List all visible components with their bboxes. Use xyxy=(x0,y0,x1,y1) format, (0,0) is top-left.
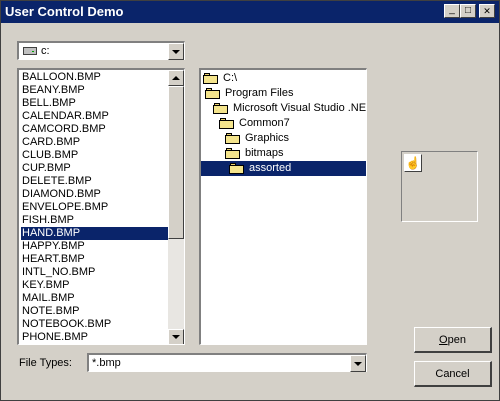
folder-icon xyxy=(213,103,228,114)
drive-dropdown-button[interactable] xyxy=(168,43,184,60)
minimize-icon: _ xyxy=(449,3,455,15)
chevron-down-icon xyxy=(354,361,362,366)
file-list-item[interactable]: CUP.BMP xyxy=(21,162,169,175)
hand-icon: ☝ xyxy=(404,154,422,172)
file-list-item[interactable]: DIAMOND.BMP xyxy=(21,188,169,201)
directory-item-label: Program Files xyxy=(225,87,294,99)
folder-icon xyxy=(229,163,244,174)
folder-icon xyxy=(219,118,234,129)
file-list-item[interactable]: BALLOON.BMP xyxy=(21,71,169,84)
directory-item[interactable]: assorted xyxy=(201,161,366,176)
directory-item-label: Graphics xyxy=(245,132,290,144)
scroll-up-button[interactable] xyxy=(168,70,184,86)
file-list-item[interactable]: HEART.BMP xyxy=(21,253,169,266)
dialog-window: User Control Demo _ □ ✕ c: BALLOON.BMP BE… xyxy=(0,0,500,401)
folder-icon xyxy=(225,133,240,144)
file-list-item[interactable]: ENVELOPE.BMP xyxy=(21,201,169,214)
directory-list[interactable]: C:\ Program Files Microsoft Visual Studio … xyxy=(199,68,367,345)
file-types-dropdown-button[interactable] xyxy=(350,355,366,372)
file-list-scrollbar[interactable] xyxy=(168,70,184,344)
arrow-down-icon xyxy=(172,335,180,339)
minimize-button[interactable]: _ xyxy=(444,4,460,18)
file-list-item[interactable]: MAIL.BMP xyxy=(21,292,169,305)
folder-icon xyxy=(225,148,240,159)
drive-selector[interactable]: c: xyxy=(17,41,185,60)
chevron-down-icon xyxy=(172,49,180,54)
maximize-button[interactable]: □ xyxy=(460,4,476,18)
file-list-item[interactable]: CLUB.BMP xyxy=(21,149,169,162)
file-types-label: File Types: xyxy=(19,357,72,369)
file-types-value: *.bmp xyxy=(92,357,121,369)
title-bar[interactable]: User Control Demo _ □ ✕ xyxy=(1,1,499,23)
file-list-item[interactable]: CALENDAR.BMP xyxy=(21,110,169,123)
file-types-combo[interactable]: *.bmp xyxy=(87,353,367,372)
arrow-up-icon xyxy=(172,76,180,80)
directory-item-label: bitmaps xyxy=(245,147,284,159)
file-list-item[interactable]: FISH.BMP xyxy=(21,214,169,227)
image-preview: ☝ xyxy=(401,151,478,222)
directory-item-label: Microsoft Visual Studio .NET xyxy=(233,102,367,114)
window-title: User Control Demo xyxy=(5,4,124,19)
directory-item-label: C:\ xyxy=(223,72,238,84)
scroll-thumb[interactable] xyxy=(168,86,184,239)
cancel-button-label: Cancel xyxy=(435,367,470,380)
close-icon: ✕ xyxy=(483,6,491,16)
file-list-item[interactable]: NOTEBOOK.BMP xyxy=(21,318,169,331)
open-button-label: Open xyxy=(439,333,466,346)
file-list-item[interactable]: CAMCORD.BMP xyxy=(21,123,169,136)
file-list-item[interactable]: BELL.BMP xyxy=(21,97,169,110)
file-list-item[interactable]: INTL_NO.BMP xyxy=(21,266,169,279)
file-list-item[interactable]: NOTE.BMP xyxy=(21,305,169,318)
close-button[interactable]: ✕ xyxy=(479,4,495,18)
file-list-item[interactable]: HAPPY.BMP xyxy=(21,240,169,253)
maximize-icon: □ xyxy=(464,5,472,16)
folder-icon xyxy=(203,73,218,84)
file-list-item[interactable]: BEANY.BMP xyxy=(21,84,169,97)
scroll-down-button[interactable] xyxy=(168,329,184,344)
directory-item-label: Common7 xyxy=(239,117,290,129)
drive-value: c: xyxy=(41,45,50,57)
drive-icon xyxy=(23,47,37,55)
file-list-item[interactable]: HAND.BMP xyxy=(21,227,169,240)
open-button[interactable]: Open xyxy=(414,327,492,353)
folder-icon xyxy=(205,88,220,99)
file-list-item[interactable]: PHONE.BMP xyxy=(21,331,169,344)
cancel-button[interactable]: Cancel xyxy=(414,361,492,387)
directory-item-label: assorted xyxy=(249,162,292,174)
file-list[interactable]: BALLOON.BMP BEANY.BMP BELL.BMP CALENDAR.BMP… xyxy=(17,68,185,345)
file-list-item[interactable]: CARD.BMP xyxy=(21,136,169,149)
file-list-item[interactable]: DELETE.BMP xyxy=(21,175,169,188)
file-list-item[interactable]: KEY.BMP xyxy=(21,279,169,292)
